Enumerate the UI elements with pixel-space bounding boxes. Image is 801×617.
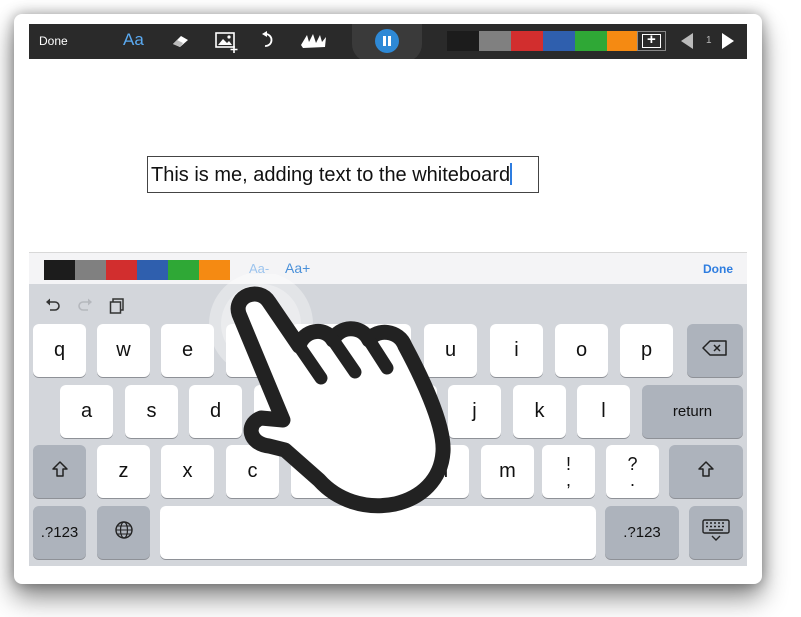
return-key[interactable]: return <box>642 385 743 438</box>
text-tool-button[interactable]: Aa <box>123 30 144 50</box>
key-d[interactable]: d <box>189 385 242 438</box>
add-page-icon[interactable]: + <box>637 31 666 51</box>
key-y[interactable]: y <box>358 324 411 377</box>
key-x[interactable]: x <box>161 445 214 498</box>
key-f[interactable]: f <box>254 385 307 438</box>
key-z[interactable]: z <box>97 445 150 498</box>
key-j[interactable]: j <box>448 385 501 438</box>
key-n[interactable]: n <box>416 445 469 498</box>
numbers-key-left[interactable]: .?123 <box>33 506 86 559</box>
keyboard-redo-icon[interactable] <box>77 298 93 312</box>
pause-icon[interactable] <box>375 29 399 53</box>
key-s[interactable]: s <box>125 385 178 438</box>
accessory-done-button[interactable]: Done <box>703 262 733 276</box>
hide-keyboard-icon <box>702 518 730 547</box>
key-w[interactable]: w <box>97 324 150 377</box>
globe-icon <box>114 520 134 546</box>
text-accessory-bar: Aa- Aa+ Done <box>29 252 747 285</box>
toolbar-color-swatches <box>447 31 639 51</box>
key-exclamation-comma[interactable]: ! , <box>542 445 595 498</box>
globe-key[interactable] <box>97 506 150 559</box>
key-o[interactable]: o <box>555 324 608 377</box>
color-swatch-orange[interactable] <box>607 31 639 51</box>
page-number: 1 <box>706 35 712 46</box>
paste-icon[interactable] <box>109 298 125 314</box>
text-color-green[interactable] <box>168 260 199 280</box>
color-swatch-gray[interactable] <box>479 31 511 51</box>
text-color-orange[interactable] <box>199 260 230 280</box>
key-q[interactable]: q <box>33 324 86 377</box>
key-question-period[interactable]: ? . <box>606 445 659 498</box>
clear-icon[interactable] <box>300 33 328 49</box>
backspace-icon <box>702 339 728 362</box>
text-color-black[interactable] <box>44 260 75 280</box>
increase-text-size-button[interactable]: Aa+ <box>285 260 310 276</box>
whiteboard-app: Done Aa + 1 This is me, adding text to t… <box>29 24 747 566</box>
undo-icon[interactable] <box>261 31 277 51</box>
toolbar-done-button[interactable]: Done <box>39 34 68 48</box>
key-h[interactable]: h <box>384 385 437 438</box>
text-color-blue[interactable] <box>137 260 168 280</box>
key-b[interactable]: b <box>355 445 408 498</box>
shift-icon <box>51 460 69 484</box>
key-m[interactable]: m <box>481 445 534 498</box>
key-e[interactable]: e <box>161 324 214 377</box>
key-t[interactable]: t <box>291 324 344 377</box>
space-bar[interactable] <box>160 506 596 559</box>
next-page-icon[interactable] <box>722 33 734 49</box>
whiteboard-canvas[interactable]: This is me, adding text to the whiteboar… <box>29 59 747 252</box>
hide-keyboard-key[interactable] <box>689 506 743 559</box>
color-swatch-green[interactable] <box>575 31 607 51</box>
backspace-key[interactable] <box>687 324 743 377</box>
key-g[interactable]: g <box>319 385 372 438</box>
top-toolbar: Done Aa + 1 <box>29 24 747 62</box>
text-color-gray[interactable] <box>75 260 106 280</box>
eraser-icon[interactable] <box>171 33 191 49</box>
numbers-key-right[interactable]: .?123 <box>605 506 679 559</box>
key-period-label: . <box>629 469 635 490</box>
text-color-swatches <box>44 260 230 280</box>
key-l[interactable]: l <box>577 385 630 438</box>
text-entry-box[interactable]: This is me, adding text to the whiteboar… <box>147 156 539 193</box>
text-caret <box>510 163 513 185</box>
on-screen-keyboard: q w e r t y u i o p a s d f g h j k l re… <box>29 284 747 566</box>
key-a[interactable]: a <box>60 385 113 438</box>
key-i[interactable]: i <box>490 324 543 377</box>
key-k[interactable]: k <box>513 385 566 438</box>
key-c[interactable]: c <box>226 445 279 498</box>
shift-icon <box>697 460 715 484</box>
text-entry-content: This is me, adding text to the whiteboar… <box>151 164 511 186</box>
previous-page-icon[interactable] <box>681 33 693 49</box>
key-comma-label: , <box>565 469 571 490</box>
left-shift-key[interactable] <box>33 445 86 498</box>
color-swatch-red[interactable] <box>511 31 543 51</box>
keyboard-undo-icon[interactable] <box>45 298 61 312</box>
decrease-text-size-button[interactable]: Aa- <box>249 261 269 276</box>
key-p[interactable]: p <box>620 324 673 377</box>
text-color-red[interactable] <box>106 260 137 280</box>
color-swatch-blue[interactable] <box>543 31 575 51</box>
key-v[interactable]: v <box>291 445 344 498</box>
key-u[interactable]: u <box>424 324 477 377</box>
insert-image-icon[interactable] <box>215 31 239 53</box>
right-shift-key[interactable] <box>669 445 743 498</box>
color-swatch-black[interactable] <box>447 31 479 51</box>
key-r[interactable]: r <box>226 324 279 377</box>
